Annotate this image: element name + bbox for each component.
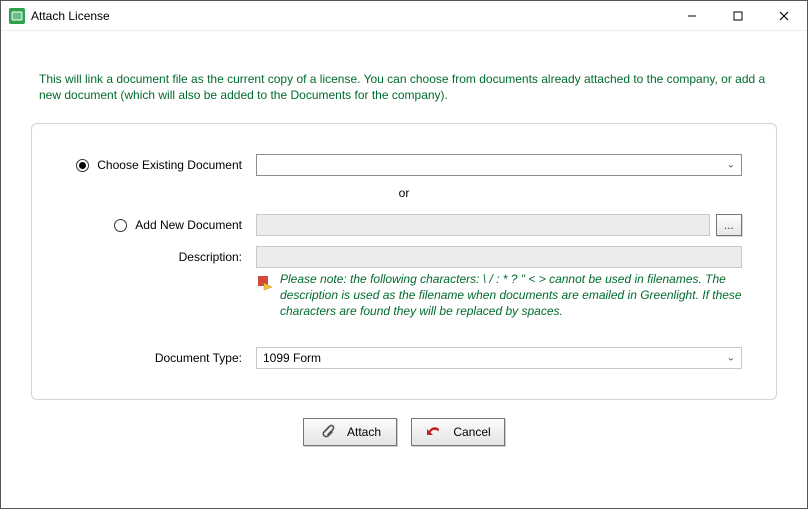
chevron-down-icon: ⌄ <box>727 353 735 364</box>
new-document-path-input[interactable] <box>256 214 710 236</box>
document-type-label: Document Type: <box>155 351 242 365</box>
filename-note: Please note: the following characters: \… <box>280 272 742 319</box>
warning-icon <box>256 274 272 290</box>
description-input[interactable] <box>256 246 742 268</box>
choose-existing-radio[interactable]: Choose Existing Document <box>66 158 242 172</box>
existing-document-select[interactable]: ⌄ <box>256 154 742 176</box>
description-label: Description: <box>179 250 242 264</box>
add-new-radio[interactable]: Add New Document <box>66 218 242 232</box>
browse-button[interactable]: ... <box>716 214 742 236</box>
attach-label: Attach <box>347 425 381 439</box>
browse-label: ... <box>724 218 734 232</box>
dialog-content: This will link a document file as the cu… <box>1 31 807 508</box>
maximize-button[interactable] <box>715 1 761 31</box>
attach-button[interactable]: Attach <box>303 418 397 446</box>
chevron-down-icon: ⌄ <box>727 160 735 171</box>
app-icon <box>9 8 25 24</box>
radio-icon <box>76 159 89 172</box>
close-button[interactable] <box>761 1 807 31</box>
choose-existing-label: Choose Existing Document <box>97 158 242 172</box>
window-title: Attach License <box>31 9 110 23</box>
radio-icon <box>114 219 127 232</box>
minimize-button[interactable] <box>669 1 715 31</box>
form-panel: Choose Existing Document ⌄ or Add New Do… <box>31 123 777 400</box>
or-label: or <box>66 186 742 200</box>
attach-license-dialog: Attach License This will link a document… <box>0 0 808 509</box>
add-new-label: Add New Document <box>135 218 242 232</box>
undo-arrow-icon <box>425 424 441 440</box>
cancel-button[interactable]: Cancel <box>411 418 505 446</box>
document-type-select[interactable]: 1099 Form ⌄ <box>256 347 742 369</box>
button-bar: Attach Cancel <box>31 418 777 446</box>
titlebar: Attach License <box>1 1 807 31</box>
intro-text: This will link a document file as the cu… <box>39 71 769 103</box>
document-type-value: 1099 Form <box>263 351 321 365</box>
paperclip-icon <box>319 424 335 440</box>
cancel-label: Cancel <box>453 425 490 439</box>
